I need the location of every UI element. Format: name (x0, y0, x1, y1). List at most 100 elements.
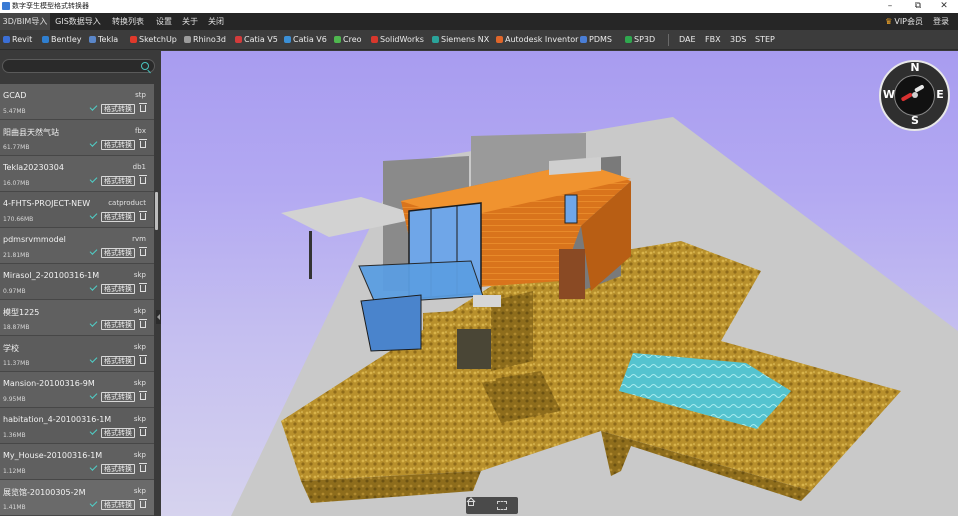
format-siemens-nx[interactable]: Siemens NX (432, 30, 489, 50)
format-label: Catia V6 (293, 35, 327, 44)
file-list-item[interactable]: pdmsrvmmodel rvm 21.81MB 格式转换 (0, 228, 154, 264)
menu-convert-list[interactable]: 转换列表 (108, 13, 148, 30)
format-pdms[interactable]: PDMS (580, 30, 612, 50)
file-list-item[interactable]: My_House-20100316-1M skp 1.12MB 格式转换 (0, 444, 154, 480)
trash-icon[interactable] (139, 355, 147, 364)
trash-icon[interactable] (139, 283, 147, 292)
catia-v5-icon (235, 36, 242, 43)
convert-format-button[interactable]: 格式转换 (101, 104, 135, 114)
convert-format-button[interactable]: 格式转换 (101, 428, 135, 438)
file-size: 0.97MB (3, 288, 26, 295)
format-label: Revit (12, 35, 33, 44)
format-revit[interactable]: Revit (3, 30, 32, 50)
convert-format-button[interactable]: 格式转换 (101, 320, 135, 330)
trash-icon[interactable] (139, 427, 147, 436)
minimize-button[interactable]: – (878, 0, 902, 13)
convert-format-button[interactable]: 格式转换 (101, 140, 135, 150)
format-creo[interactable]: Creo (334, 30, 362, 50)
convert-format-button[interactable]: 格式转换 (101, 356, 135, 366)
compass-widget[interactable]: N S E W (879, 60, 950, 131)
trash-icon[interactable] (139, 319, 147, 328)
file-name: 模型1225 (3, 308, 40, 317)
format-sketchup[interactable]: SketchUp (130, 30, 177, 50)
file-list-item[interactable]: Tekla20230304 db1 16.07MB 格式转换 (0, 156, 154, 192)
search-box (2, 59, 155, 73)
close-button[interactable]: ✕ (932, 0, 956, 13)
lower-glass-panel (360, 294, 422, 352)
format-solidworks[interactable]: SolidWorks (371, 30, 424, 50)
view-toolbar (466, 497, 518, 514)
format-fbx[interactable]: FBX (705, 30, 721, 50)
file-list-item[interactable]: GCAD stp 5.47MB 格式转换 (0, 84, 154, 120)
fit-view-icon[interactable] (497, 501, 507, 510)
menu-settings[interactable]: 设置 (152, 13, 176, 30)
vip-member-button[interactable]: ♛ VIP会员 (885, 13, 923, 30)
file-list-item[interactable]: habitation_4-20100316-1M skp 1.36MB 格式转换 (0, 408, 154, 444)
format-dae[interactable]: DAE (679, 30, 696, 50)
format-label: SolidWorks (380, 35, 424, 44)
file-name: My_House-20100316-1M (3, 451, 103, 460)
file-list-item[interactable]: 模型1225 skp 18.87MB 格式转换 (0, 300, 154, 336)
file-size: 170.66MB (3, 216, 34, 223)
file-list-item[interactable]: 阳曲县天然气站 fbx 61.77MB 格式转换 (0, 120, 154, 156)
trash-icon[interactable] (139, 175, 147, 184)
app-logo-icon (2, 2, 10, 10)
file-list-item[interactable]: 学校 skp 11.37MB 格式转换 (0, 336, 154, 372)
convert-format-button[interactable]: 格式转换 (101, 392, 135, 402)
file-extension: fbx (134, 127, 146, 135)
menu-gis-import[interactable]: GIS数据导入 (52, 13, 104, 30)
format-autodesk-inventor[interactable]: Autodesk Inventor (496, 30, 578, 50)
format-tekla[interactable]: Tekla (89, 30, 118, 50)
sidebar-scrollbar[interactable] (155, 84, 158, 516)
file-size: 61.77MB (3, 144, 30, 151)
trash-icon[interactable] (139, 139, 147, 148)
convert-format-button[interactable]: 格式转换 (101, 176, 135, 186)
home-icon[interactable] (466, 497, 476, 506)
file-list-item[interactable]: 4-FHTS-PROJECT-NEW catproduct 170.66MB 格式转换 (0, 192, 154, 228)
check-icon (89, 175, 98, 183)
file-name: 4-FHTS-PROJECT-NEW (3, 199, 91, 208)
file-name: 展览馆-20100305-2M (3, 488, 86, 497)
format-rhino3d[interactable]: Rhino3d (184, 30, 226, 50)
trash-icon[interactable] (139, 499, 147, 508)
file-extension: db1 (132, 163, 146, 171)
catia-v6-icon (284, 36, 291, 43)
trash-icon[interactable] (139, 103, 147, 112)
file-list-item[interactable]: Mirasol_2-20100316-1M skp 0.97MB 格式转换 (0, 264, 154, 300)
trash-icon[interactable] (139, 463, 147, 472)
login-button[interactable]: 登录 (933, 13, 949, 30)
format-step[interactable]: STEP (755, 30, 775, 50)
format-bentley[interactable]: Bentley (42, 30, 82, 50)
creo-icon (334, 36, 341, 43)
menu-3d-bim-import[interactable]: 3D/BIM导入 (0, 13, 50, 30)
menu-about[interactable]: 关于 (178, 13, 202, 30)
format-catia-v6[interactable]: Catia V6 (284, 30, 327, 50)
file-list-item[interactable]: Mansion-20100316-9M skp 9.95MB 格式转换 (0, 372, 154, 408)
compass-east: E (936, 88, 944, 101)
trash-icon[interactable] (139, 247, 147, 256)
format-3ds[interactable]: 3DS (730, 30, 746, 50)
format-sp3d[interactable]: SP3D (625, 30, 655, 50)
format-label: Bentley (51, 35, 82, 44)
format-catia-v5[interactable]: Catia V5 (235, 30, 278, 50)
convert-format-button[interactable]: 格式转换 (101, 284, 135, 294)
file-extension: stp (135, 91, 146, 99)
menu-close[interactable]: 关闭 (204, 13, 228, 30)
file-list-item[interactable]: 展览馆-20100305-2M skp 1.41MB 格式转换 (0, 480, 154, 516)
trash-icon[interactable] (139, 391, 147, 400)
convert-format-button[interactable]: 格式转换 (101, 212, 135, 222)
compass-hub (912, 92, 918, 98)
wood-slat-screen (559, 249, 585, 299)
3d-viewport[interactable]: N S E W (161, 51, 958, 516)
convert-format-button[interactable]: 格式转换 (101, 464, 135, 474)
format-label: PDMS (589, 35, 612, 44)
file-size: 9.95MB (3, 396, 26, 403)
revit-icon (3, 36, 10, 43)
convert-format-button[interactable]: 格式转换 (101, 248, 135, 258)
search-icon[interactable] (141, 62, 149, 70)
convert-format-button[interactable]: 格式转换 (101, 500, 135, 510)
trash-icon[interactable] (139, 211, 147, 220)
search-input[interactable] (9, 61, 134, 71)
maximize-button[interactable]: ⧉ (906, 0, 930, 13)
scrollbar-thumb[interactable] (155, 192, 158, 230)
